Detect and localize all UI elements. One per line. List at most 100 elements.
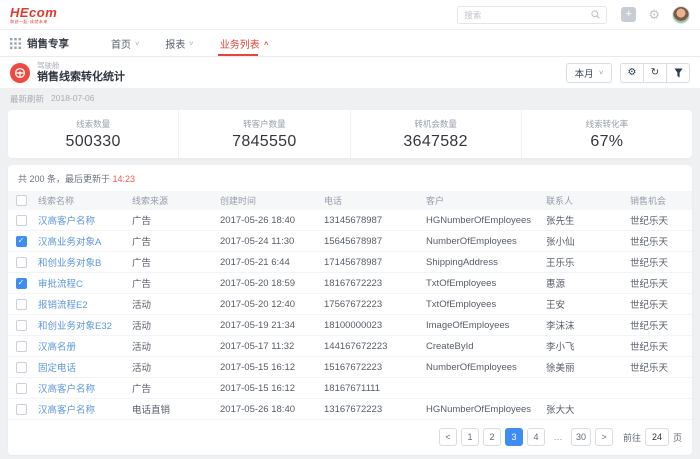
lead-name-link[interactable]: 汉高客户名称	[38, 216, 95, 227]
lead-source-cell: 广告	[132, 213, 220, 227]
created-time-cell: 2017-05-26 18:40	[220, 215, 324, 226]
select-all-checkbox[interactable]	[16, 195, 27, 206]
page-unit-label: 页	[673, 431, 682, 444]
lead-name-link[interactable]: 固定电话	[38, 363, 76, 374]
row-checkbox[interactable]	[16, 299, 27, 310]
phone-cell: 18167671111	[324, 383, 426, 394]
stats-card: 线索数量 500330 转客户数量 7845550 转机会数量 3647582 …	[8, 110, 692, 158]
lead-name-link[interactable]: 汉高客户名称	[38, 405, 95, 416]
customer-cell: ShippingAddress	[426, 257, 546, 268]
table-row[interactable]: ✓ 审批流程C 广告 2017-05-20 18:59 18167672223 …	[8, 273, 692, 294]
page-ellipsis: …	[549, 428, 567, 446]
prev-page-button[interactable]: <	[439, 428, 457, 446]
lead-name-link[interactable]: 审批流程C	[38, 279, 83, 290]
page-header: 驾驶舱 销售线索转化统计 本月∨ ⚙ ↻	[0, 57, 700, 88]
page-button-2[interactable]: 2	[483, 428, 501, 446]
lead-name-link[interactable]: 报销流程E2	[38, 300, 88, 311]
opportunity-cell: 世纪乐天	[630, 255, 692, 269]
table-row[interactable]: ✓ 汉高业务对象A 广告 2017-05-24 11:30 1564567898…	[8, 231, 692, 252]
main-nav: 销售专享 首页∨ 报表∨ 业务列表∧	[0, 30, 700, 57]
chevron-up-icon: ∧	[263, 40, 269, 47]
settings-icon[interactable]: ⚙	[648, 8, 660, 21]
lead-source-cell: 活动	[132, 339, 220, 353]
last-refresh-bar: 最新刷新 2018-07-06	[8, 88, 692, 110]
table-summary: 共 200 条，最后更新于 14:23	[8, 165, 692, 191]
customer-cell: HGNumberOfEmployees	[426, 404, 546, 415]
settings-tool-button[interactable]: ⚙	[620, 63, 644, 83]
gear-icon: ⚙	[628, 67, 637, 78]
row-checkbox[interactable]	[16, 362, 27, 373]
contact-cell: 李小飞	[546, 339, 630, 353]
refresh-date: 2018-07-06	[51, 93, 94, 105]
refresh-label: 最新刷新	[10, 93, 44, 105]
global-search[interactable]	[457, 6, 607, 24]
stat-conversion-rate: 线索转化率 67%	[522, 110, 692, 158]
lead-name-link[interactable]: 汉高客户名称	[38, 384, 95, 395]
created-time-cell: 2017-05-21 6:44	[220, 257, 324, 268]
row-checkbox[interactable]	[16, 404, 27, 415]
row-checkbox[interactable]	[16, 341, 27, 352]
opportunity-cell: 世纪乐天	[630, 297, 692, 311]
lead-name-link[interactable]: 和创业务对象E32	[38, 321, 112, 332]
page-button-30[interactable]: 30	[571, 428, 591, 446]
table-header-row: 线索名称 线索来源 创建时间 电话 客户 联系人 销售机会	[8, 191, 692, 210]
table-row[interactable]: 汉高客户名称 广告 2017-05-15 16:12 18167671111	[8, 378, 692, 399]
tab-business-list[interactable]: 业务列表∧	[220, 30, 268, 56]
plus-icon: +	[626, 8, 632, 20]
page-button-3[interactable]: 3	[505, 428, 523, 446]
pagination: < 1234…30 > 前往 页	[8, 420, 692, 455]
page-button-1[interactable]: 1	[461, 428, 479, 446]
search-input[interactable]	[464, 10, 591, 20]
goto-label: 前往	[623, 431, 641, 444]
created-time-cell: 2017-05-19 21:34	[220, 320, 324, 331]
phone-cell: 13145678987	[324, 215, 426, 226]
tab-home[interactable]: 首页∨	[111, 30, 139, 56]
row-checkbox[interactable]	[16, 257, 27, 268]
lead-name-link[interactable]: 汉高业务对象A	[38, 237, 101, 248]
row-checkbox[interactable]: ✓	[16, 236, 27, 247]
phone-cell: 13167672223	[324, 404, 426, 415]
add-button[interactable]: +	[621, 7, 636, 22]
table-row[interactable]: 和创业务对象B 广告 2017-05-21 6:44 17145678987 S…	[8, 252, 692, 273]
page-button-4[interactable]: 4	[527, 428, 545, 446]
hecom-logo: HEcom 和创一起·成就未来	[10, 6, 57, 24]
chevron-down-icon: ∨	[598, 69, 604, 76]
customer-cell: CreateById	[426, 341, 546, 352]
topbar: HEcom 和创一起·成就未来 + ⚙	[0, 0, 700, 30]
table-row[interactable]: 汉高客户名称 广告 2017-05-26 18:40 13145678987 H…	[8, 210, 692, 231]
user-avatar[interactable]	[672, 6, 690, 24]
row-checkbox[interactable]	[16, 383, 27, 394]
created-time-cell: 2017-05-24 11:30	[220, 236, 324, 247]
row-checkbox[interactable]	[16, 215, 27, 226]
table-row[interactable]: 汉高名册 活动 2017-05-17 11:32 144167672223 Cr…	[8, 336, 692, 357]
created-time-cell: 2017-05-15 16:12	[220, 362, 324, 373]
app-grid-icon[interactable]	[10, 38, 21, 49]
table-row[interactable]: 固定电话 活动 2017-05-15 16:12 15167672223 Num…	[8, 357, 692, 378]
refresh-tool-button[interactable]: ↻	[643, 63, 667, 83]
stat-value: 67%	[590, 133, 623, 151]
phone-cell: 17567672223	[324, 299, 426, 310]
created-time-cell: 2017-05-17 11:32	[220, 341, 324, 352]
col-opportunity: 销售机会	[630, 194, 692, 207]
row-checkbox[interactable]	[16, 320, 27, 331]
breadcrumb-category: 驾驶舱	[37, 62, 125, 70]
next-page-button[interactable]: >	[595, 428, 613, 446]
table-row[interactable]: 和创业务对象E32 活动 2017-05-19 21:34 1810000002…	[8, 315, 692, 336]
customer-cell: TxtOfEmployees	[426, 278, 546, 289]
goto-page-input[interactable]	[645, 428, 669, 446]
filter-tool-button[interactable]	[666, 63, 690, 83]
lead-source-cell: 活动	[132, 360, 220, 374]
tab-reports[interactable]: 报表∨	[165, 30, 193, 56]
refresh-icon: ↻	[651, 67, 659, 78]
opportunity-cell: 世纪乐天	[630, 234, 692, 248]
table-row[interactable]: 汉高客户名称 电话直销 2017-05-26 18:40 13167672223…	[8, 399, 692, 420]
lead-name-link[interactable]: 和创业务对象B	[38, 258, 101, 269]
period-dropdown[interactable]: 本月∨	[566, 63, 612, 83]
phone-cell: 18167672223	[324, 278, 426, 289]
contact-cell: 王安	[546, 297, 630, 311]
customer-cell: HGNumberOfEmployees	[426, 215, 546, 226]
lead-name-link[interactable]: 汉高名册	[38, 342, 76, 353]
row-checkbox[interactable]: ✓	[16, 278, 27, 289]
table-row[interactable]: 报销流程E2 活动 2017-05-20 12:40 17567672223 T…	[8, 294, 692, 315]
toolbar: ⚙ ↻	[620, 63, 690, 83]
